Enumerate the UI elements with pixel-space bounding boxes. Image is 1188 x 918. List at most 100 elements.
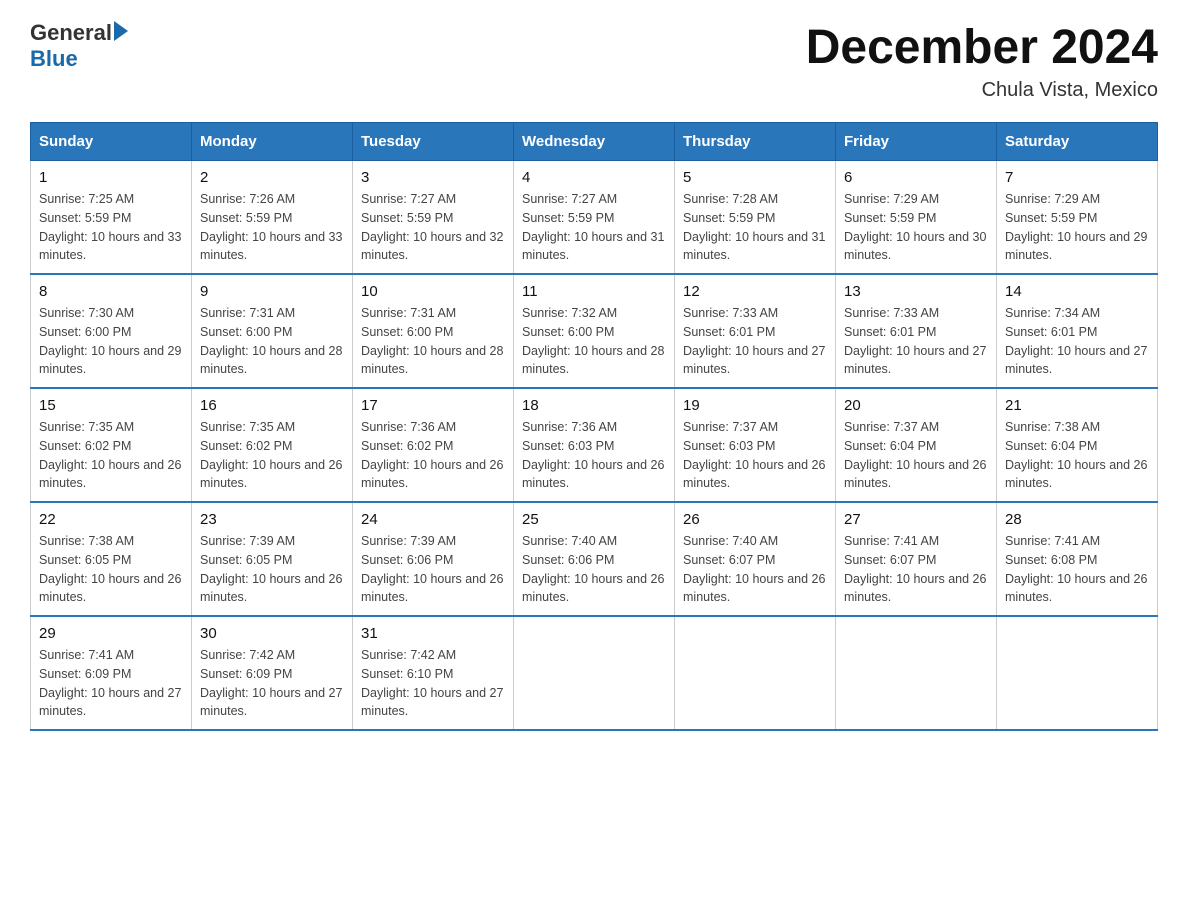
day-number: 18 xyxy=(522,397,666,414)
day-info: Sunrise: 7:31 AMSunset: 6:00 PMDaylight:… xyxy=(361,304,505,379)
calendar-week-row: 1 Sunrise: 7:25 AMSunset: 5:59 PMDaylight… xyxy=(31,161,1158,275)
day-info: Sunrise: 7:39 AMSunset: 6:05 PMDaylight:… xyxy=(200,532,344,607)
day-info: Sunrise: 7:38 AMSunset: 6:05 PMDaylight:… xyxy=(39,532,183,607)
calendar-cell: 28Sunrise: 7:41 AMSunset: 6:08 PMDayligh… xyxy=(997,502,1158,616)
calendar-cell: 26Sunrise: 7:40 AMSunset: 6:07 PMDayligh… xyxy=(675,502,836,616)
day-number: 13 xyxy=(844,283,988,300)
day-number: 24 xyxy=(361,511,505,528)
calendar-cell: 3 Sunrise: 7:27 AMSunset: 5:59 PMDaylight… xyxy=(353,161,514,275)
day-number: 27 xyxy=(844,511,988,528)
day-info: Sunrise: 7:35 AMSunset: 6:02 PMDaylight:… xyxy=(200,418,344,493)
calendar-cell xyxy=(836,616,997,730)
day-number: 19 xyxy=(683,397,827,414)
calendar-cell: 15Sunrise: 7:35 AMSunset: 6:02 PMDayligh… xyxy=(31,388,192,502)
col-header-monday: Monday xyxy=(192,123,353,161)
day-info: Sunrise: 7:41 AMSunset: 6:09 PMDaylight:… xyxy=(39,646,183,721)
day-info: Sunrise: 7:36 AMSunset: 6:02 PMDaylight:… xyxy=(361,418,505,493)
day-number: 21 xyxy=(1005,397,1149,414)
calendar-week-row: 22 Sunrise: 7:38 AMSunset: 6:05 PMDayligh… xyxy=(31,502,1158,616)
location-label: Chula Vista, Mexico xyxy=(806,79,1158,102)
calendar-cell: 31Sunrise: 7:42 AMSunset: 6:10 PMDayligh… xyxy=(353,616,514,730)
calendar-cell: 9Sunrise: 7:31 AMSunset: 6:00 PMDaylight… xyxy=(192,274,353,388)
calendar-cell: 25Sunrise: 7:40 AMSunset: 6:06 PMDayligh… xyxy=(514,502,675,616)
day-info: Sunrise: 7:33 AMSunset: 6:01 PMDaylight:… xyxy=(683,304,827,379)
day-number: 8 xyxy=(39,283,183,300)
day-number: 2 xyxy=(200,169,344,186)
day-number: 4 xyxy=(522,169,666,186)
calendar-week-row: 29 Sunrise: 7:41 AMSunset: 6:09 PMDayligh… xyxy=(31,616,1158,730)
day-number: 23 xyxy=(200,511,344,528)
day-info: Sunrise: 7:37 AMSunset: 6:03 PMDaylight:… xyxy=(683,418,827,493)
day-number: 29 xyxy=(39,625,183,642)
calendar-cell: 7Sunrise: 7:29 AMSunset: 5:59 PMDaylight… xyxy=(997,161,1158,275)
day-info: Sunrise: 7:29 AMSunset: 5:59 PMDaylight:… xyxy=(1005,190,1149,265)
day-number: 12 xyxy=(683,283,827,300)
day-info: Sunrise: 7:41 AMSunset: 6:08 PMDaylight:… xyxy=(1005,532,1149,607)
day-info: Sunrise: 7:39 AMSunset: 6:06 PMDaylight:… xyxy=(361,532,505,607)
day-number: 1 xyxy=(39,169,183,186)
calendar-cell: 14 Sunrise: 7:34 AMSunset: 6:01 PMDayligh… xyxy=(997,274,1158,388)
calendar-cell: 19 Sunrise: 7:37 AMSunset: 6:03 PMDayligh… xyxy=(675,388,836,502)
calendar-cell xyxy=(675,616,836,730)
day-number: 6 xyxy=(844,169,988,186)
day-number: 10 xyxy=(361,283,505,300)
calendar-cell: 21 Sunrise: 7:38 AMSunset: 6:04 PMDayligh… xyxy=(997,388,1158,502)
day-number: 14 xyxy=(1005,283,1149,300)
day-number: 26 xyxy=(683,511,827,528)
col-header-sunday: Sunday xyxy=(31,123,192,161)
calendar-cell: 5 Sunrise: 7:28 AMSunset: 5:59 PMDaylight… xyxy=(675,161,836,275)
calendar-cell: 16Sunrise: 7:35 AMSunset: 6:02 PMDayligh… xyxy=(192,388,353,502)
calendar-cell: 12 Sunrise: 7:33 AMSunset: 6:01 PMDayligh… xyxy=(675,274,836,388)
calendar-cell: 18 Sunrise: 7:36 AMSunset: 6:03 PMDayligh… xyxy=(514,388,675,502)
day-info: Sunrise: 7:27 AMSunset: 5:59 PMDaylight:… xyxy=(522,190,666,265)
calendar-cell: 24 Sunrise: 7:39 AMSunset: 6:06 PMDayligh… xyxy=(353,502,514,616)
calendar-table: SundayMondayTuesdayWednesdayThursdayFrid… xyxy=(30,122,1158,731)
day-info: Sunrise: 7:34 AMSunset: 6:01 PMDaylight:… xyxy=(1005,304,1149,379)
title-area: December 2024 Chula Vista, Mexico xyxy=(806,20,1158,102)
calendar-cell: 2 Sunrise: 7:26 AMSunset: 5:59 PMDaylight… xyxy=(192,161,353,275)
month-title: December 2024 xyxy=(806,20,1158,75)
day-number: 5 xyxy=(683,169,827,186)
calendar-cell: 23 Sunrise: 7:39 AMSunset: 6:05 PMDayligh… xyxy=(192,502,353,616)
day-info: Sunrise: 7:38 AMSunset: 6:04 PMDaylight:… xyxy=(1005,418,1149,493)
calendar-week-row: 8 Sunrise: 7:30 AMSunset: 6:00 PMDaylight… xyxy=(31,274,1158,388)
calendar-cell: 27 Sunrise: 7:41 AMSunset: 6:07 PMDayligh… xyxy=(836,502,997,616)
day-number: 3 xyxy=(361,169,505,186)
calendar-cell: 13 Sunrise: 7:33 AMSunset: 6:01 PMDayligh… xyxy=(836,274,997,388)
calendar-week-row: 15 Sunrise: 7:35 AMSunset: 6:02 PMDayligh… xyxy=(31,388,1158,502)
calendar-cell: 29 Sunrise: 7:41 AMSunset: 6:09 PMDayligh… xyxy=(31,616,192,730)
col-header-wednesday: Wednesday xyxy=(514,123,675,161)
col-header-saturday: Saturday xyxy=(997,123,1158,161)
logo-triangle-icon xyxy=(114,21,128,41)
day-number: 30 xyxy=(200,625,344,642)
calendar-cell: 17 Sunrise: 7:36 AMSunset: 6:02 PMDayligh… xyxy=(353,388,514,502)
day-info: Sunrise: 7:41 AMSunset: 6:07 PMDaylight:… xyxy=(844,532,988,607)
day-info: Sunrise: 7:32 AMSunset: 6:00 PMDaylight:… xyxy=(522,304,666,379)
day-number: 25 xyxy=(522,511,666,528)
day-number: 17 xyxy=(361,397,505,414)
day-number: 22 xyxy=(39,511,183,528)
day-info: Sunrise: 7:28 AMSunset: 5:59 PMDaylight:… xyxy=(683,190,827,265)
day-info: Sunrise: 7:26 AMSunset: 5:59 PMDaylight:… xyxy=(200,190,344,265)
day-info: Sunrise: 7:33 AMSunset: 6:01 PMDaylight:… xyxy=(844,304,988,379)
day-info: Sunrise: 7:31 AMSunset: 6:00 PMDaylight:… xyxy=(200,304,344,379)
calendar-cell: 10 Sunrise: 7:31 AMSunset: 6:00 PMDayligh… xyxy=(353,274,514,388)
day-number: 15 xyxy=(39,397,183,414)
calendar-cell: 4 Sunrise: 7:27 AMSunset: 5:59 PMDaylight… xyxy=(514,161,675,275)
calendar-cell: 6Sunrise: 7:29 AMSunset: 5:59 PMDaylight… xyxy=(836,161,997,275)
day-info: Sunrise: 7:36 AMSunset: 6:03 PMDaylight:… xyxy=(522,418,666,493)
day-number: 20 xyxy=(844,397,988,414)
day-info: Sunrise: 7:37 AMSunset: 6:04 PMDaylight:… xyxy=(844,418,988,493)
logo-general-text: General xyxy=(30,20,112,46)
col-header-tuesday: Tuesday xyxy=(353,123,514,161)
day-info: Sunrise: 7:27 AMSunset: 5:59 PMDaylight:… xyxy=(361,190,505,265)
day-info: Sunrise: 7:25 AMSunset: 5:59 PMDaylight:… xyxy=(39,190,183,265)
day-info: Sunrise: 7:42 AMSunset: 6:10 PMDaylight:… xyxy=(361,646,505,721)
col-header-friday: Friday xyxy=(836,123,997,161)
calendar-header-row: SundayMondayTuesdayWednesdayThursdayFrid… xyxy=(31,123,1158,161)
logo: General Blue xyxy=(30,20,128,72)
day-info: Sunrise: 7:30 AMSunset: 6:00 PMDaylight:… xyxy=(39,304,183,379)
calendar-cell xyxy=(514,616,675,730)
calendar-cell: 1 Sunrise: 7:25 AMSunset: 5:59 PMDaylight… xyxy=(31,161,192,275)
calendar-cell: 20 Sunrise: 7:37 AMSunset: 6:04 PMDayligh… xyxy=(836,388,997,502)
